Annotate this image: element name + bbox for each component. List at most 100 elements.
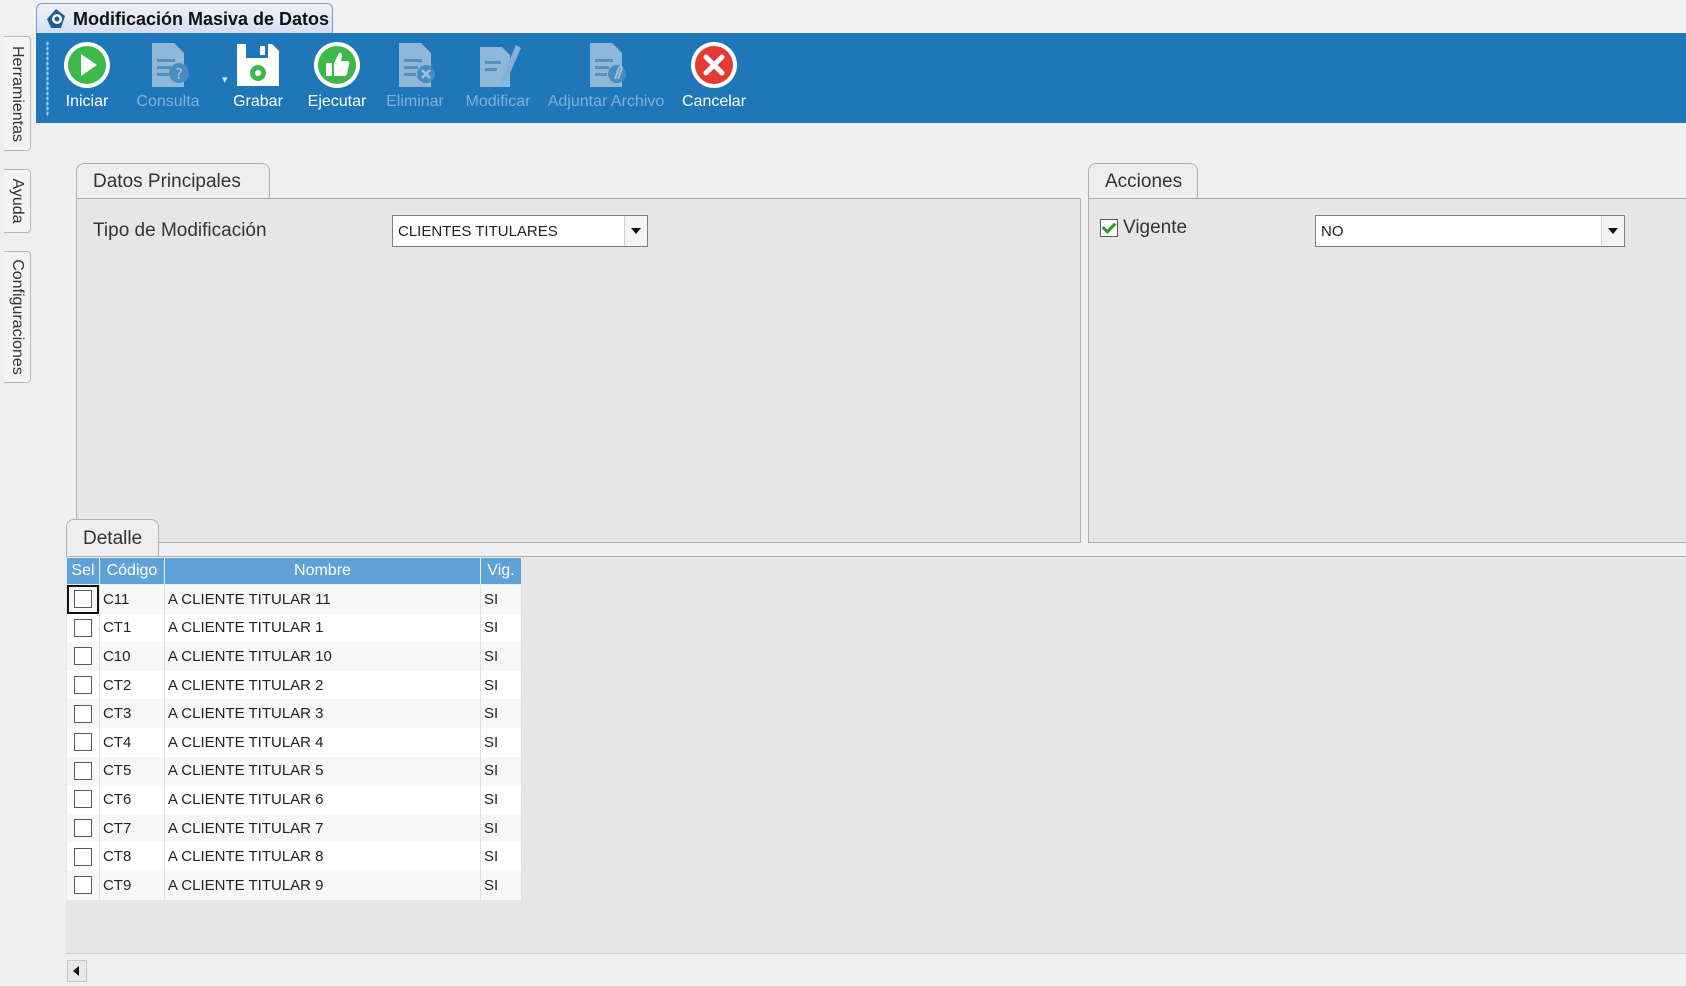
cell-nombre[interactable]: A CLIENTE TITULAR 7 <box>164 813 482 843</box>
table-row[interactable]: CT6 A CLIENTE TITULAR 6 SI <box>66 785 522 814</box>
grabar-button[interactable]: Grabar <box>228 39 288 119</box>
vigente-select[interactable]: NO <box>1315 215 1625 247</box>
cell-vig[interactable]: SI <box>480 813 522 843</box>
adjuntar-archivo-button[interactable]: Adjuntar Archivo <box>544 39 668 119</box>
cell-vig[interactable]: SI <box>480 785 522 814</box>
cell-nombre[interactable]: A CLIENTE TITULAR 5 <box>164 756 482 786</box>
cell-vig[interactable]: SI <box>480 842 522 871</box>
tab-acciones[interactable]: Acciones <box>1088 163 1198 199</box>
cell-codigo[interactable]: C11 <box>99 584 165 614</box>
row-select-checkbox[interactable] <box>73 704 92 723</box>
row-select-checkbox[interactable] <box>73 819 92 838</box>
cell-vig[interactable]: SI <box>480 584 522 614</box>
cell-codigo[interactable]: C10 <box>99 642 165 671</box>
row-select-checkbox[interactable] <box>73 733 92 752</box>
cell-codigo[interactable]: CT5 <box>99 756 165 786</box>
row-select-checkbox[interactable] <box>73 590 92 609</box>
tab-detalle[interactable]: Detalle <box>66 519 159 557</box>
cell-vig[interactable]: SI <box>480 870 522 900</box>
cell-sel[interactable] <box>66 870 100 900</box>
side-tab-ayuda[interactable]: Ayuda <box>4 169 31 233</box>
table-row[interactable]: CT5 A CLIENTE TITULAR 5 SI <box>66 756 522 786</box>
cell-sel[interactable] <box>66 727 100 757</box>
row-select-checkbox[interactable] <box>73 876 92 895</box>
acciones-panel: Vigente NO <box>1088 198 1686 543</box>
svg-text:?: ? <box>175 65 183 83</box>
table-row[interactable]: CT8 A CLIENTE TITULAR 8 SI <box>66 842 522 871</box>
cell-sel[interactable] <box>66 642 100 671</box>
cell-codigo[interactable]: CT9 <box>99 870 165 900</box>
row-select-checkbox[interactable] <box>73 647 92 666</box>
table-row[interactable]: CT7 A CLIENTE TITULAR 7 SI <box>66 813 522 843</box>
cell-vig[interactable]: SI <box>480 670 522 700</box>
table-row[interactable]: CT2 A CLIENTE TITULAR 2 SI <box>66 670 522 700</box>
modificar-button[interactable]: Modificar <box>460 39 536 119</box>
cell-vig[interactable]: SI <box>480 642 522 671</box>
side-tab-configuraciones[interactable]: Configuraciones <box>4 251 31 383</box>
row-select-checkbox[interactable] <box>73 676 92 695</box>
tipo-modificacion-label: Tipo de Modificación <box>93 220 267 241</box>
tipo-modificacion-select[interactable]: CLIENTES TITULARES <box>392 215 648 247</box>
consulta-button[interactable]: ? Consulta <box>132 39 204 119</box>
scroll-left-icon[interactable] <box>67 960 87 982</box>
thumbs-up-icon <box>314 42 360 88</box>
cell-nombre[interactable]: A CLIENTE TITULAR 4 <box>164 727 482 757</box>
toolbar-grip[interactable] <box>46 41 49 117</box>
horizontal-scrollbar[interactable] <box>66 953 1686 986</box>
cell-vig[interactable]: SI <box>480 613 522 643</box>
cell-nombre[interactable]: A CLIENTE TITULAR 8 <box>164 842 482 871</box>
side-tab-herramientas[interactable]: Herramientas <box>4 36 31 151</box>
cell-sel[interactable] <box>66 699 100 728</box>
vigente-checkbox[interactable] <box>1100 219 1118 237</box>
cell-codigo[interactable]: CT4 <box>99 727 165 757</box>
chevron-down-icon[interactable] <box>1601 216 1624 246</box>
table-row[interactable]: C10 A CLIENTE TITULAR 10 SI <box>66 642 522 671</box>
eliminar-button[interactable]: Eliminar <box>382 39 448 119</box>
ejecutar-button[interactable]: Ejecutar <box>304 39 370 119</box>
row-select-checkbox[interactable] <box>73 790 92 809</box>
cell-sel[interactable] <box>66 756 100 786</box>
table-row[interactable]: CT4 A CLIENTE TITULAR 4 SI <box>66 727 522 757</box>
table-row[interactable]: CT9 A CLIENTE TITULAR 9 SI <box>66 870 522 900</box>
cell-nombre[interactable]: A CLIENTE TITULAR 9 <box>164 870 482 900</box>
tab-datos-principales[interactable]: Datos Principales <box>76 163 270 199</box>
cell-codigo[interactable]: CT3 <box>99 699 165 728</box>
cell-nombre[interactable]: A CLIENTE TITULAR 3 <box>164 699 482 728</box>
cell-codigo[interactable]: CT7 <box>99 813 165 843</box>
iniciar-button[interactable]: Iniciar <box>56 39 118 119</box>
column-header-codigo[interactable]: Código <box>98 557 165 585</box>
column-header-vig[interactable]: Vig. <box>480 557 522 585</box>
row-select-checkbox[interactable] <box>73 847 92 866</box>
cell-sel[interactable] <box>66 813 100 843</box>
cell-vig[interactable]: SI <box>480 727 522 757</box>
cancelar-button[interactable]: Cancelar <box>680 39 748 119</box>
cell-codigo[interactable]: CT8 <box>99 842 165 871</box>
table-row[interactable]: CT3 A CLIENTE TITULAR 3 SI <box>66 699 522 728</box>
cell-codigo[interactable]: CT1 <box>99 613 165 643</box>
column-header-sel[interactable]: Sel <box>66 557 100 585</box>
row-select-checkbox[interactable] <box>73 761 92 780</box>
cell-vig[interactable]: SI <box>480 699 522 728</box>
cell-codigo[interactable]: CT2 <box>99 670 165 700</box>
cell-codigo[interactable]: CT6 <box>99 785 165 814</box>
chevron-down-icon[interactable] <box>624 216 647 246</box>
window-tab[interactable]: Modificación Masiva de Datos <box>36 3 333 34</box>
cell-sel[interactable] <box>66 613 100 643</box>
cell-nombre[interactable]: A CLIENTE TITULAR 11 <box>164 584 482 614</box>
consulta-dropdown-icon[interactable]: ▾ <box>222 73 228 86</box>
table-row[interactable]: CT1 A CLIENTE TITULAR 1 SI <box>66 613 522 643</box>
cell-sel[interactable] <box>66 584 100 614</box>
cell-sel[interactable] <box>66 785 100 814</box>
cell-vig[interactable]: SI <box>480 756 522 786</box>
cell-nombre[interactable]: A CLIENTE TITULAR 6 <box>164 785 482 814</box>
table-row[interactable]: C11 A CLIENTE TITULAR 11 SI <box>66 584 522 614</box>
cell-nombre[interactable]: A CLIENTE TITULAR 2 <box>164 670 482 700</box>
column-header-nombre[interactable]: Nombre <box>163 557 482 585</box>
side-tab-label: Herramientas <box>9 45 26 142</box>
eliminar-label: Eliminar <box>386 93 444 110</box>
cell-nombre[interactable]: A CLIENTE TITULAR 10 <box>164 642 482 671</box>
cell-sel[interactable] <box>66 670 100 700</box>
row-select-checkbox[interactable] <box>73 618 92 637</box>
cell-sel[interactable] <box>66 842 100 871</box>
cell-nombre[interactable]: A CLIENTE TITULAR 1 <box>164 613 482 643</box>
